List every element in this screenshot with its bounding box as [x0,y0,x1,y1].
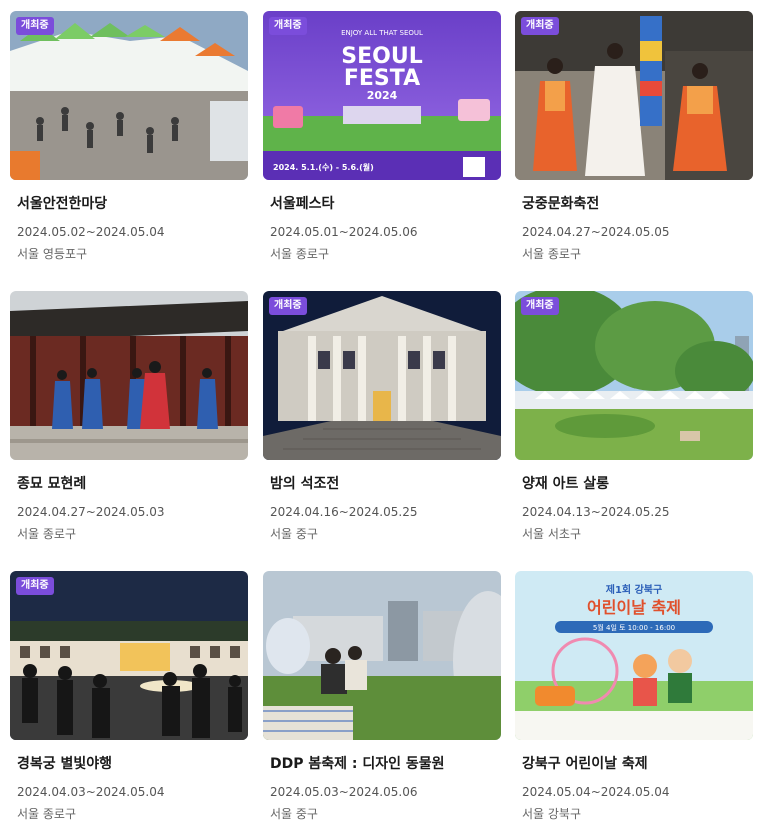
festival-grid: 개최중 서울안전한마당 2024.05.02~2024.05.04 서울 영등포… [0,0,771,822]
festival-title[interactable]: 종묘 묘현례 [17,474,248,494]
festival-card-palace-culture[interactable]: 개최중 궁중문화축전 2024.04.27~2024.05.05 서울 종로구 [515,11,753,262]
festival-location: 서울 중구 [270,807,318,821]
poster-year: 2024 [367,89,398,102]
festival-dates: 2024.04.27~2024.05.03 [17,505,165,519]
status-badge: 개최중 [16,17,54,35]
festival-card-yangjae[interactable]: 개최중 양재 아트 살롱 2024.04.13~2024.05.25 서울 서초… [515,291,753,542]
market-photo [10,11,248,180]
festival-card-seokjojeon[interactable]: 개최중 밤의 석조전 2024.04.16~2024.05.25 서울 중구 [263,291,501,542]
festival-dates: 2024.05.04~2024.05.04 [522,785,670,799]
poster-image: 제1회 강북구 어린이날 축제 5월 4일 토 10:00 - 16:00 [515,571,753,740]
festival-title[interactable]: 궁중문화축전 [522,194,753,214]
festival-location: 서울 서초구 [522,527,582,541]
night-building-photo [263,291,501,460]
festival-dates: 2024.04.13~2024.05.25 [522,505,670,519]
status-badge: 개최중 [16,577,54,595]
festival-card-jongmyo[interactable]: 종묘 묘현례 2024.04.27~2024.05.03 서울 종로구 [10,291,248,542]
festival-card-gangbuk[interactable]: 제1회 강북구 어린이날 축제 5월 4일 토 10:00 - 16:00 강북… [515,571,753,822]
festival-dates: 2024.04.03~2024.05.04 [17,785,165,799]
festival-location: 서울 종로구 [17,807,77,821]
ddp-lawn-photo [263,571,501,740]
status-badge: 개최중 [521,17,559,35]
festival-location: 서울 종로구 [270,247,330,261]
poster-info-text: 5월 4일 토 10:00 - 16:00 [593,623,675,632]
festival-location: 서울 강북구 [522,807,582,821]
festival-location: 서울 영등포구 [17,247,88,261]
festival-location: 서울 종로구 [522,247,582,261]
poster-line2: FESTA [344,66,420,91]
palace-dancers-photo [515,11,753,180]
poster-dates: 2024. 5.1.(수) - 5.6.(월) [273,162,374,172]
festival-thumbnail[interactable]: 개최중 [515,11,753,180]
festival-thumbnail[interactable]: 개최중 [515,291,753,460]
poster-top-text: ENJOY ALL THAT SEOUL [341,29,423,37]
status-badge: 개최중 [269,297,307,315]
festival-dates: 2024.05.03~2024.05.06 [270,785,418,799]
festival-thumbnail[interactable]: 개최중 [10,11,248,180]
festival-card-seoul-safety[interactable]: 개최중 서울안전한마당 2024.05.02~2024.05.04 서울 영등포… [10,11,248,262]
festival-thumbnail[interactable]: 제1회 강북구 어린이날 축제 5월 4일 토 10:00 - 16:00 [515,571,753,740]
poster-main-text: 어린이날 축제 [587,598,681,617]
festival-dates: 2024.04.16~2024.05.25 [270,505,418,519]
night-palace-photo [10,571,248,740]
festival-title[interactable]: 밤의 석조전 [270,474,501,494]
status-badge: 개최중 [521,297,559,315]
festival-dates: 2024.05.02~2024.05.04 [17,225,165,239]
park-photo [515,291,753,460]
festival-dates: 2024.04.27~2024.05.05 [522,225,670,239]
festival-title[interactable]: 서울페스타 [270,194,501,214]
poster-top-text: 제1회 강북구 [606,583,662,596]
festival-thumbnail[interactable]: 개최중 [10,571,248,740]
festival-thumbnail[interactable]: 개최중 [263,291,501,460]
festival-thumbnail[interactable] [10,291,248,460]
poster-image: ENJOY ALL THAT SEOUL SEOUL FESTA 2024 20… [263,11,501,180]
festival-thumbnail[interactable] [263,571,501,740]
festival-title[interactable]: DDP 봄축제 : 디자인 동물원 [270,754,501,774]
shrine-ceremony-photo [10,291,248,460]
festival-title[interactable]: 경복궁 별빛야행 [17,754,248,774]
festival-dates: 2024.05.01~2024.05.06 [270,225,418,239]
festival-title[interactable]: 강북구 어린이날 축제 [522,754,753,774]
status-badge: 개최중 [269,17,307,35]
festival-card-gyeongbokgung[interactable]: 개최중 경복궁 별빛야행 2024.04.03~2024.05.04 서울 종로… [10,571,248,822]
festival-thumbnail[interactable]: ENJOY ALL THAT SEOUL SEOUL FESTA 2024 20… [263,11,501,180]
festival-title[interactable]: 양재 아트 살롱 [522,474,753,494]
festival-location: 서울 종로구 [17,527,77,541]
festival-title[interactable]: 서울안전한마당 [17,194,248,214]
festival-location: 서울 중구 [270,527,318,541]
festival-card-ddp[interactable]: DDP 봄축제 : 디자인 동물원 2024.05.03~2024.05.06 … [263,571,501,822]
festival-card-seoul-festa[interactable]: ENJOY ALL THAT SEOUL SEOUL FESTA 2024 20… [263,11,501,262]
